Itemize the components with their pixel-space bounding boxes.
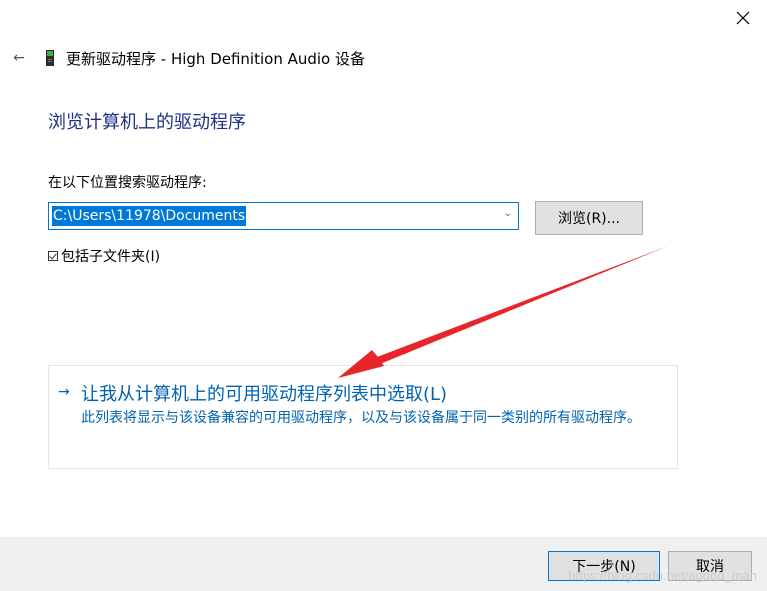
browse-button[interactable]: 浏览(R)... — [535, 201, 643, 235]
include-subfolders-label: 包括子文件夹(I) — [61, 249, 161, 265]
cancel-button[interactable]: 取消 — [668, 551, 752, 581]
checkbox-checked-icon[interactable] — [48, 251, 58, 261]
page-title: 浏览计算机上的驱动程序 — [48, 112, 246, 133]
dialog-title: 更新驱动程序 - High Definition Audio 设备 — [66, 49, 365, 68]
right-arrow-icon: → — [58, 384, 70, 400]
driver-path-value[interactable]: C:\Users\11978\Documents — [52, 206, 247, 226]
back-button[interactable]: ← — [10, 49, 28, 67]
close-icon — [736, 11, 750, 25]
pick-from-list-option[interactable]: → 让我从计算机上的可用驱动程序列表中选取(L) 此列表将显示与该设备兼容的可用… — [48, 365, 678, 469]
search-location-label: 在以下位置搜索驱动程序: — [48, 175, 207, 191]
pick-from-list-title[interactable]: 让我从计算机上的可用驱动程序列表中选取(L) — [81, 380, 447, 406]
update-driver-dialog: ← 更新驱动程序 - High Definition Audio 设备 浏览计算… — [0, 0, 767, 591]
close-button[interactable] — [733, 8, 753, 28]
pick-from-list-description: 此列表将显示与该设备兼容的可用驱动程序，以及与该设备属于同一类别的所有驱动程序。 — [81, 410, 641, 426]
red-annotation-arrow — [338, 246, 668, 378]
next-button[interactable]: 下一步(N) — [548, 551, 660, 581]
include-subfolders-checkbox[interactable]: 包括子文件夹(I) — [48, 246, 160, 266]
dialog-footer: 下一步(N) 取消 — [0, 537, 767, 591]
audio-device-icon — [46, 50, 54, 66]
dialog-header: ← 更新驱动程序 - High Definition Audio 设备 — [10, 46, 365, 70]
chevron-down-icon[interactable]: ⌄ — [504, 208, 512, 219]
back-arrow-icon: ← — [13, 50, 25, 66]
driver-path-combobox[interactable]: C:\Users\11978\Documents ⌄ — [48, 202, 519, 230]
